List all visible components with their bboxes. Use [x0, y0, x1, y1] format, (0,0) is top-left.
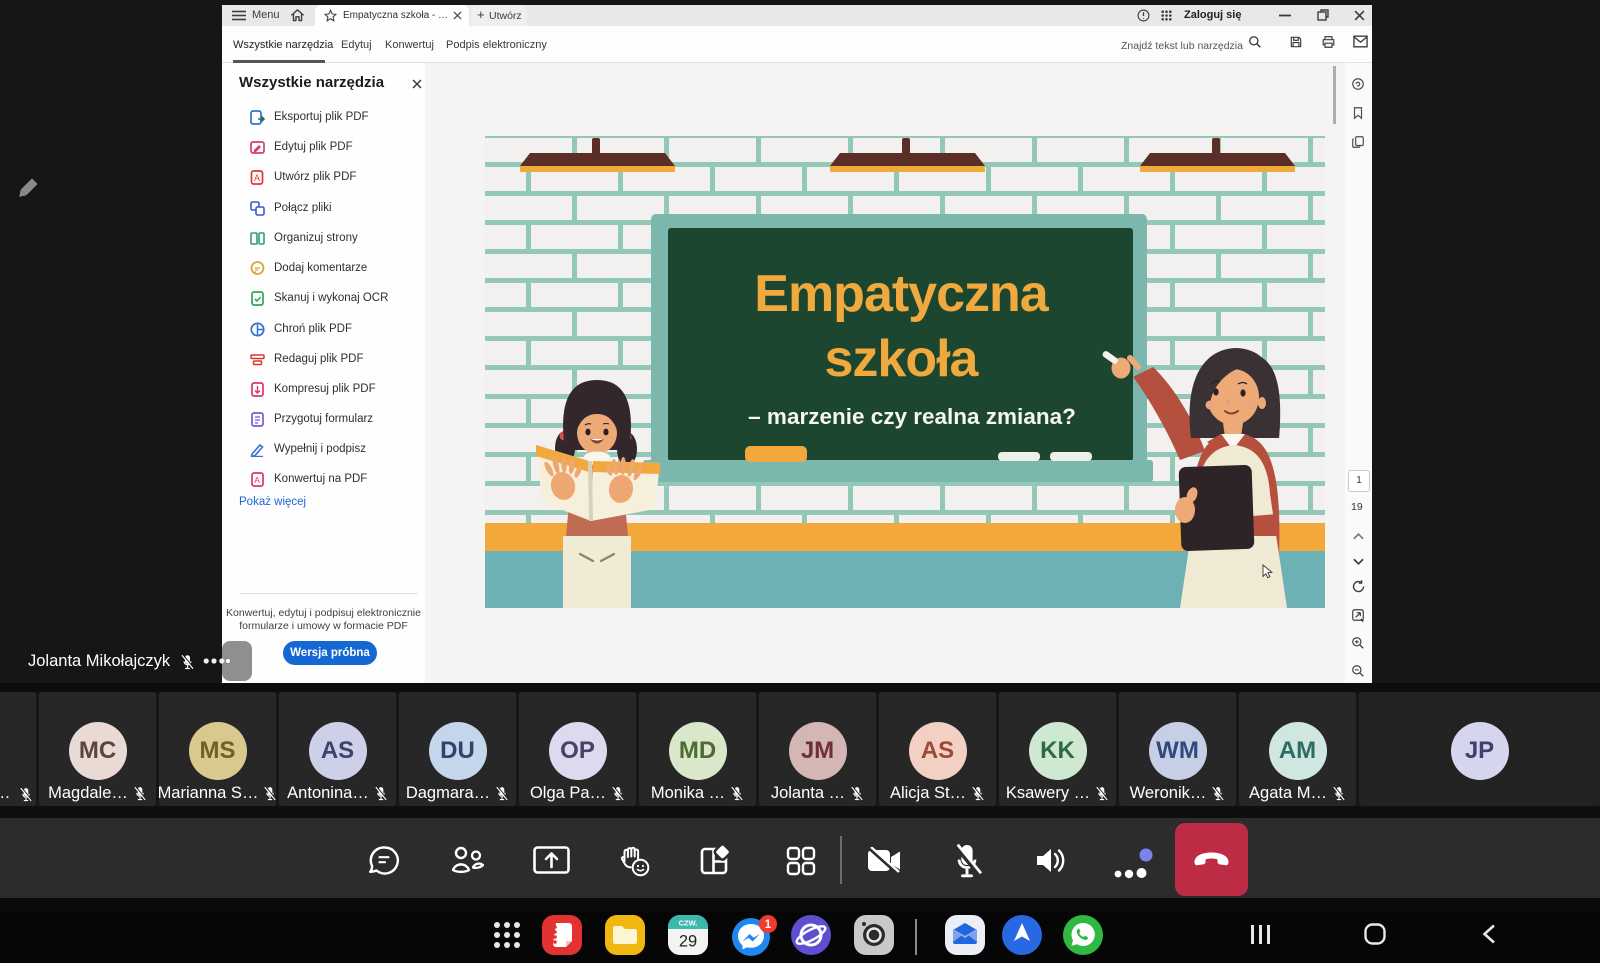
- svg-text:29: 29: [679, 933, 697, 951]
- svg-text:szkoła: szkoła: [825, 330, 980, 388]
- svg-text:CZW.: CZW.: [679, 919, 698, 928]
- svg-text:A: A: [254, 475, 260, 485]
- svg-text:A: A: [254, 173, 260, 183]
- svg-text:Empatyczna: Empatyczna: [754, 265, 1050, 323]
- svg-text:1: 1: [765, 919, 772, 931]
- svg-text:– marzenie czy realna zmiana?: – marzenie czy realna zmiana?: [748, 404, 1076, 429]
